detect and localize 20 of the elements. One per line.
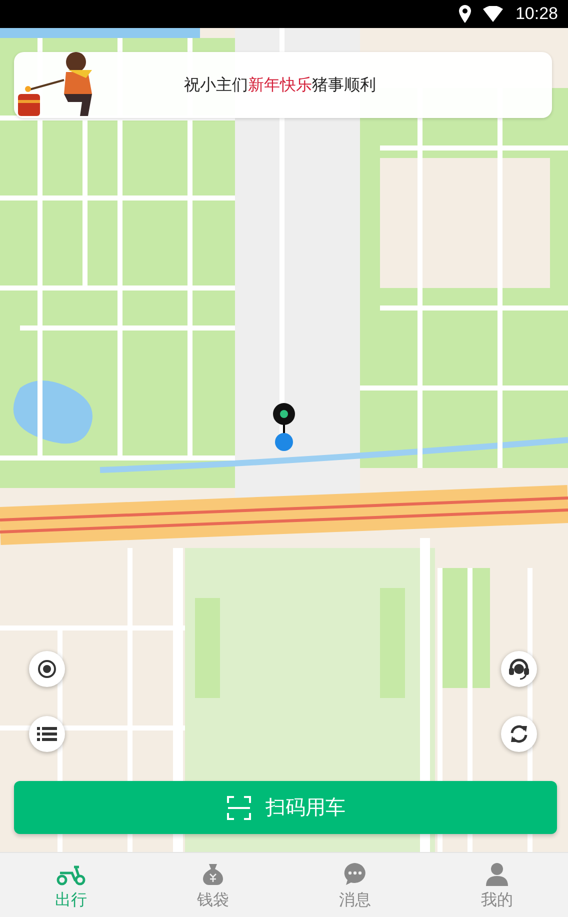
status-time: 10:28 (515, 4, 558, 24)
greeting-banner[interactable]: 祝小主们新年快乐猪事顺利 (14, 52, 552, 118)
refresh-icon (508, 723, 530, 745)
tab[interactable]: 出行 (0, 853, 142, 917)
money-bag-icon (201, 862, 225, 886)
locate-icon (37, 659, 57, 679)
tab[interactable]: 钱袋 (142, 853, 284, 917)
list-icon (37, 726, 57, 742)
scan-icon (226, 796, 252, 820)
chat-icon (343, 862, 367, 886)
scooter-icon (56, 864, 86, 886)
tab[interactable]: 消息 (284, 853, 426, 917)
location-pin-icon (271, 402, 297, 454)
tab[interactable]: 我的 (426, 853, 568, 917)
person-icon (485, 862, 509, 886)
scan-to-ride-button[interactable]: 扫码用车 (14, 781, 557, 834)
wifi-icon (483, 6, 504, 22)
headset-icon (508, 658, 530, 680)
location-icon (459, 5, 472, 23)
greeting-text: 祝小主们新年快乐猪事顺利 (184, 74, 376, 96)
